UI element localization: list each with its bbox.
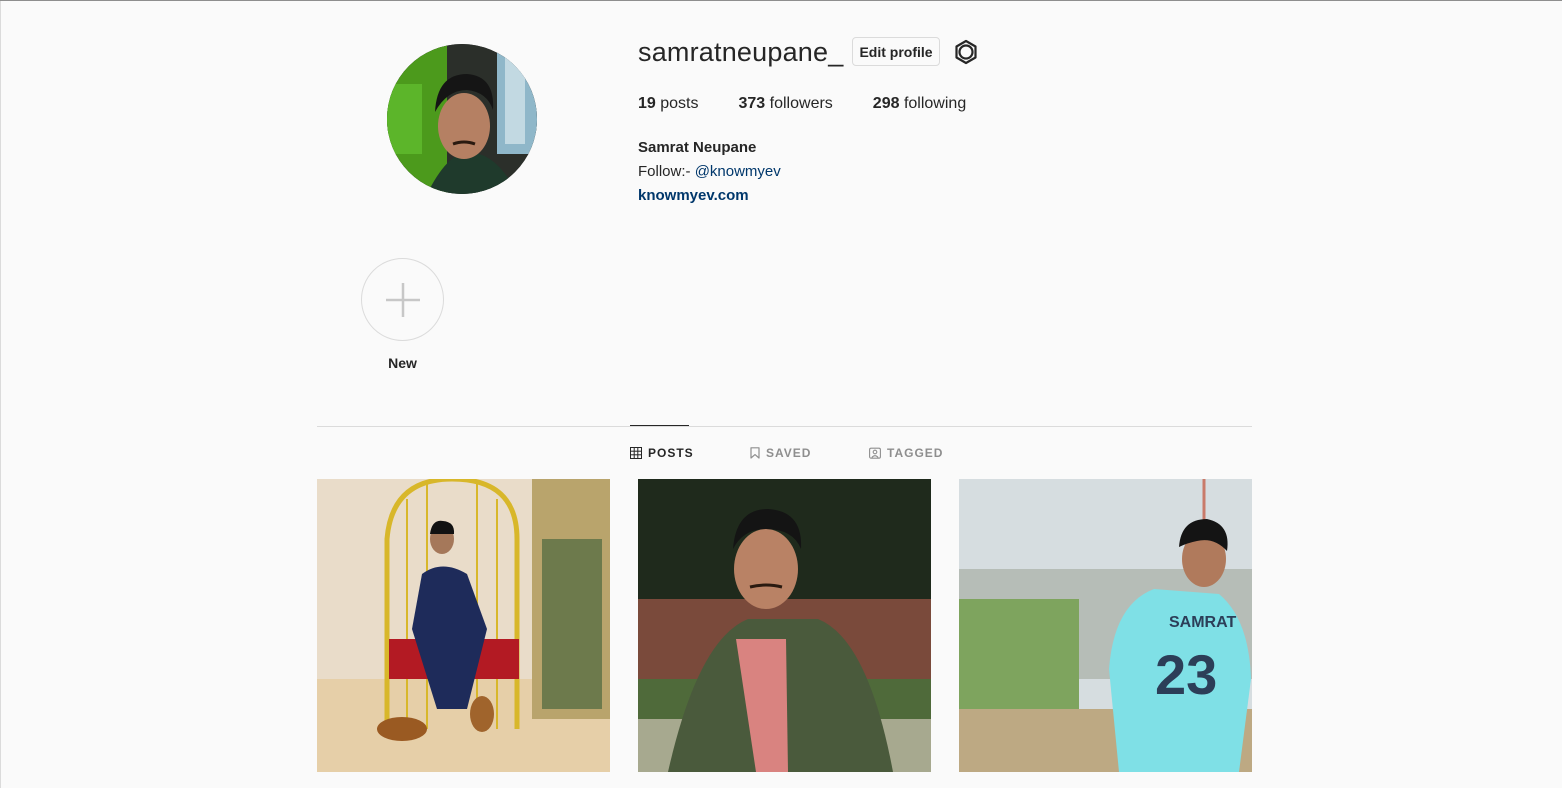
edit-profile-button[interactable]: Edit profile xyxy=(852,37,940,66)
followers-count-label: followers xyxy=(769,95,833,112)
tab-posts[interactable]: POSTS xyxy=(630,446,694,460)
following-link[interactable]: 298 following xyxy=(873,95,966,113)
post-thumbnail[interactable] xyxy=(317,479,610,772)
tag-person-icon xyxy=(869,447,881,459)
window-edge xyxy=(0,1,1,788)
following-count-number: 298 xyxy=(872,95,900,112)
svg-text:SAMRAT: SAMRAT xyxy=(1169,614,1236,631)
tab-tagged[interactable]: TAGGED xyxy=(869,446,943,460)
avatar-photo xyxy=(387,44,537,194)
bio-prefix: Follow:- xyxy=(638,163,695,180)
profile-full-name: Samrat Neupane xyxy=(638,139,757,156)
tabs-divider xyxy=(317,426,1252,427)
tab-posts-label: POSTS xyxy=(648,446,694,460)
tab-saved[interactable]: SAVED xyxy=(750,446,811,460)
posts-count: 19 posts xyxy=(638,95,699,113)
post-image-green-jacket xyxy=(638,479,931,772)
new-highlight-button[interactable] xyxy=(361,258,444,341)
settings-gear-icon[interactable] xyxy=(953,39,979,65)
following-count-label: following xyxy=(903,95,967,112)
new-highlight-label: New xyxy=(388,355,417,371)
bookmark-icon xyxy=(750,447,760,459)
posts-count-number: 19 xyxy=(638,95,656,112)
followers-link[interactable]: 373 followers xyxy=(739,95,833,113)
post-image-jersey-23: SAMRAT 23 xyxy=(959,479,1252,772)
svg-text:23: 23 xyxy=(1155,643,1217,706)
post-thumbnail[interactable] xyxy=(638,479,931,772)
profile-avatar[interactable] xyxy=(387,44,537,194)
bio-mention-link[interactable]: @knowmyev xyxy=(695,163,781,180)
profile-stats: 19 posts 373 followers 298 following xyxy=(638,95,966,113)
grid-icon xyxy=(630,447,642,459)
followers-count-number: 373 xyxy=(738,95,766,112)
profile-bio: Follow:- @knowmyev xyxy=(638,163,781,180)
plus-icon xyxy=(386,283,420,317)
profile-website-link[interactable]: knowmyev.com xyxy=(638,187,749,204)
tab-tagged-label: TAGGED xyxy=(887,446,944,460)
tab-saved-label: SAVED xyxy=(766,446,812,460)
profile-username: samratneupane_ xyxy=(638,37,844,67)
posts-count-label: posts xyxy=(660,95,699,112)
post-thumbnail[interactable]: SAMRAT 23 xyxy=(959,479,1252,772)
active-tab-indicator xyxy=(630,425,689,426)
post-image-suit-chair xyxy=(317,479,610,772)
